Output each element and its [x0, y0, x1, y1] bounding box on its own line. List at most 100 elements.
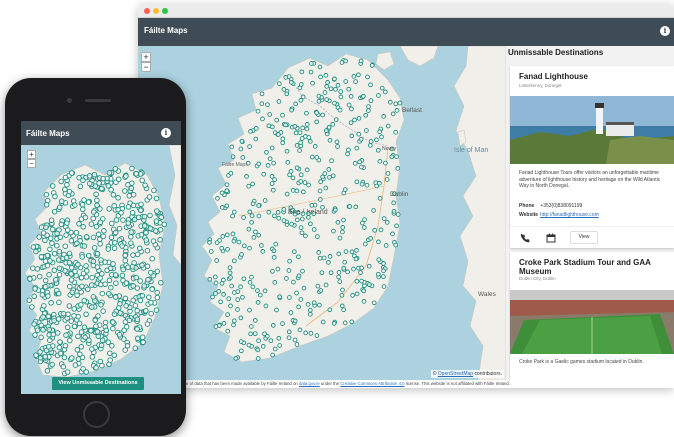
- map-marker[interactable]: [122, 295, 129, 302]
- map-marker[interactable]: [44, 368, 51, 374]
- map-marker[interactable]: [315, 283, 321, 289]
- map-marker[interactable]: [137, 297, 144, 304]
- map-marker[interactable]: [157, 237, 163, 243]
- map-marker[interactable]: [393, 129, 399, 135]
- map-marker[interactable]: [280, 112, 285, 118]
- map-marker[interactable]: [296, 304, 301, 310]
- map-marker[interactable]: [241, 243, 247, 249]
- map-marker[interactable]: [58, 198, 65, 204]
- map-marker[interactable]: [49, 183, 56, 189]
- map-marker[interactable]: [276, 99, 282, 104]
- map-marker[interactable]: [219, 190, 225, 196]
- map-marker[interactable]: [238, 348, 244, 354]
- map-marker[interactable]: [83, 234, 90, 240]
- map-marker[interactable]: [339, 303, 345, 309]
- map-marker[interactable]: [143, 229, 149, 236]
- map-marker[interactable]: [374, 183, 380, 189]
- map-marker[interactable]: [34, 327, 41, 333]
- map-marker[interactable]: [130, 297, 137, 304]
- map-marker[interactable]: [130, 283, 137, 289]
- map-marker[interactable]: [391, 209, 397, 214]
- map-marker[interactable]: [379, 85, 385, 91]
- map-marker[interactable]: [220, 234, 226, 239]
- map-marker[interactable]: [251, 235, 257, 240]
- map-marker[interactable]: [340, 229, 345, 235]
- map-marker[interactable]: [333, 86, 338, 92]
- map-marker[interactable]: [385, 123, 391, 129]
- map-marker[interactable]: [49, 361, 55, 368]
- map-marker[interactable]: [249, 274, 254, 280]
- map-marker[interactable]: [308, 221, 313, 227]
- destinations-sidebar[interactable]: Unmissable Destinations Fanad Lighthouse…: [506, 46, 674, 380]
- phone-icon[interactable]: [520, 233, 530, 243]
- map-marker[interactable]: [241, 215, 246, 220]
- map-marker[interactable]: [233, 356, 239, 361]
- map-marker[interactable]: [208, 249, 214, 254]
- map-marker[interactable]: [347, 204, 353, 209]
- map-marker[interactable]: [292, 124, 298, 129]
- map-marker[interactable]: [102, 319, 109, 326]
- map-marker[interactable]: [255, 347, 261, 353]
- map-marker[interactable]: [337, 235, 343, 241]
- map-marker[interactable]: [246, 183, 252, 189]
- map-marker[interactable]: [277, 294, 283, 300]
- map-marker[interactable]: [107, 265, 114, 272]
- map-marker[interactable]: [214, 258, 220, 263]
- map-marker[interactable]: [137, 207, 144, 214]
- map-marker[interactable]: [312, 144, 318, 149]
- map-marker[interactable]: [281, 207, 287, 212]
- map-marker[interactable]: [148, 299, 154, 306]
- map-marker[interactable]: [74, 240, 80, 247]
- map-marker[interactable]: [126, 317, 133, 324]
- map-marker[interactable]: [249, 219, 254, 225]
- map-marker[interactable]: [55, 316, 62, 322]
- map-marker[interactable]: [47, 337, 53, 343]
- map-marker[interactable]: [153, 307, 160, 313]
- map-marker[interactable]: [122, 252, 128, 259]
- map-marker[interactable]: [250, 284, 256, 290]
- map-marker[interactable]: [80, 224, 86, 230]
- map-marker[interactable]: [30, 265, 36, 271]
- map-marker[interactable]: [368, 82, 373, 88]
- map-marker[interactable]: [385, 171, 391, 176]
- map-marker[interactable]: [106, 170, 113, 176]
- map-marker[interactable]: [248, 129, 253, 134]
- map-marker[interactable]: [231, 238, 237, 244]
- map-marker[interactable]: [52, 193, 58, 200]
- map-marker[interactable]: [379, 134, 384, 140]
- map-marker[interactable]: [148, 310, 154, 317]
- map-marker[interactable]: [213, 280, 219, 286]
- map-marker[interactable]: [111, 352, 118, 359]
- map-marker[interactable]: [106, 277, 113, 284]
- map-marker[interactable]: [213, 324, 219, 329]
- map-marker[interactable]: [36, 234, 42, 240]
- map-marker[interactable]: [40, 327, 46, 333]
- map-marker[interactable]: [294, 188, 300, 194]
- map-marker[interactable]: [352, 161, 358, 166]
- map-marker[interactable]: [390, 231, 395, 237]
- map-marker[interactable]: [345, 269, 350, 275]
- map-marker[interactable]: [338, 89, 344, 94]
- map-marker[interactable]: [45, 343, 52, 350]
- map-marker[interactable]: [56, 271, 63, 278]
- map-marker[interactable]: [256, 213, 262, 219]
- map-marker[interactable]: [134, 251, 141, 258]
- map-marker[interactable]: [116, 225, 123, 232]
- map-marker[interactable]: [51, 317, 57, 324]
- map-marker[interactable]: [55, 257, 62, 263]
- maximize-window-button[interactable]: [162, 8, 168, 14]
- map-marker[interactable]: [255, 108, 261, 114]
- map-marker[interactable]: [140, 339, 146, 345]
- map-marker[interactable]: [250, 201, 256, 207]
- map-marker[interactable]: [145, 276, 151, 283]
- map-marker[interactable]: [225, 246, 230, 252]
- map-marker[interactable]: [265, 102, 270, 108]
- map-marker[interactable]: [110, 319, 116, 325]
- map-marker[interactable]: [335, 82, 341, 88]
- map-marker[interactable]: [301, 285, 307, 291]
- map-marker[interactable]: [337, 107, 343, 113]
- map-marker[interactable]: [88, 221, 95, 227]
- map-marker[interactable]: [356, 72, 361, 78]
- map-marker[interactable]: [56, 290, 62, 297]
- map-marker[interactable]: [158, 214, 165, 220]
